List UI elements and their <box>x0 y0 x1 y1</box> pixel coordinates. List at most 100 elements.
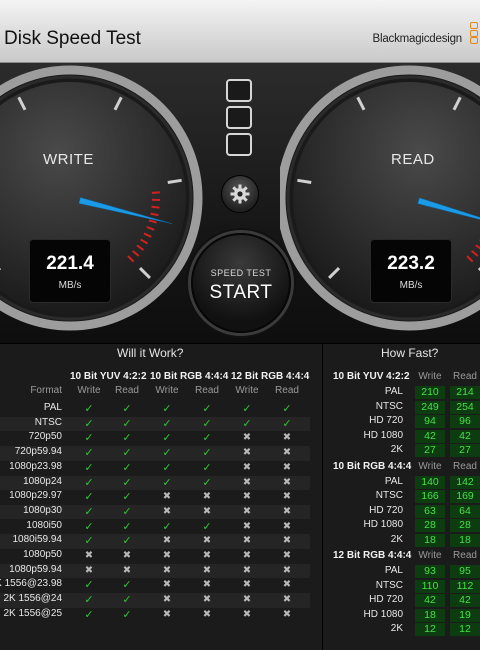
cross-icon: ✖ <box>282 505 292 517</box>
check-icon: ✓ <box>84 535 94 548</box>
mode-3-icon[interactable] <box>226 133 252 156</box>
format-label: NTSC <box>34 416 62 428</box>
write-fps-value: 18 <box>415 533 445 547</box>
cross-icon: ✖ <box>162 535 172 547</box>
settings-button[interactable] <box>221 175 259 213</box>
how-fast-row: 2K 27 27 <box>323 444 480 458</box>
write-fps-value: 27 <box>415 444 445 457</box>
format-label: 1080p29.97 <box>9 490 62 502</box>
check-icon: ✓ <box>162 461 172 474</box>
write-gauge-label: WRITE <box>43 151 94 168</box>
check-icon: ✓ <box>162 520 172 533</box>
table-row: 2K 1556@24 ✓ ✓ ✖ ✖ ✖ ✖ <box>0 593 310 608</box>
cross-icon: ✖ <box>162 505 172 517</box>
format-label: 1080p59.94 <box>9 563 62 575</box>
write-fps-value: 93 <box>415 565 445 578</box>
table-row: 1080p59.94 ✖ ✖ ✖ ✖ ✖ ✖ <box>0 563 310 579</box>
cross-icon: ✖ <box>282 594 292 606</box>
check-icon: ✓ <box>84 461 94 474</box>
read-fps-value: 95 <box>450 565 480 578</box>
table-row: 1080i59.94 ✓ ✓ ✖ ✖ ✖ ✖ <box>0 534 310 549</box>
how-fast-row: HD 1080 42 42 <box>323 429 480 444</box>
cross-icon: ✖ <box>202 550 212 561</box>
format-label: 2K 1556@25 <box>3 607 62 619</box>
check-icon: ✓ <box>84 520 94 533</box>
format-label: 1080p30 <box>23 504 62 516</box>
cross-icon: ✖ <box>282 447 292 459</box>
column-header: Write <box>155 385 179 396</box>
column-header: Read <box>115 385 139 396</box>
title-bar: Disk Speed Test Blackmagicdesign <box>0 0 480 63</box>
format-label: 720p59.94 <box>14 446 62 458</box>
table-row: 2K 1556@23.98 ✓ ✓ ✖ ✖ ✖ ✖ <box>0 578 310 593</box>
how-fast-format-label: HD 720 <box>369 415 403 426</box>
cross-icon: ✖ <box>242 432 252 444</box>
how-fast-format-label: HD 1080 <box>363 608 403 620</box>
how-fast-format-label: PAL <box>384 386 403 397</box>
cross-icon: ✖ <box>242 461 252 473</box>
how-fast-format-label: NTSC <box>375 400 403 412</box>
how-fast-format-label: HD 720 <box>369 594 403 605</box>
check-icon: ✓ <box>122 579 132 592</box>
format-label: 1080i59.94 <box>12 534 63 546</box>
read-speed-unit: MB/s <box>399 280 423 291</box>
mode-2-icon[interactable] <box>226 106 252 129</box>
check-icon: ✓ <box>84 447 94 460</box>
cross-icon: ✖ <box>242 520 252 532</box>
read-fps-value: 64 <box>450 504 480 518</box>
read-fps-value: 142 <box>450 475 480 489</box>
read-fps-value: 42 <box>450 429 480 443</box>
cross-icon: ✖ <box>84 564 94 576</box>
check-icon: ✓ <box>162 432 172 445</box>
how-fast-format-label: PAL <box>384 565 403 576</box>
write-speed-value: 221.4 <box>46 253 94 274</box>
how-fast-group-header: 12 Bit RGB 4:4:4 <box>333 550 412 561</box>
cross-icon: ✖ <box>202 564 212 576</box>
table-row: 720p50 ✓ ✓ ✓ ✓ ✖ ✖ <box>0 431 310 446</box>
app-window: Disk Speed Test Blackmagicdesign WRITE 2… <box>0 0 480 650</box>
start-button[interactable]: SPEED TEST START <box>191 233 291 333</box>
write-fps-value: 42 <box>415 429 445 443</box>
cross-icon: ✖ <box>162 550 172 561</box>
write-fps-value: 210 <box>415 386 445 399</box>
how-fast-row: PAL 93 95 <box>323 565 480 579</box>
write-fps-value: 166 <box>415 490 445 503</box>
check-icon: ✓ <box>162 476 172 489</box>
gauge-redzone-tick <box>151 191 160 194</box>
write-fps-value: 28 <box>415 519 445 532</box>
check-icon: ✓ <box>202 476 212 489</box>
how-fast-row: PAL 140 142 <box>323 475 480 490</box>
will-it-work-title: Will it Work? <box>117 346 184 360</box>
check-icon: ✓ <box>162 447 172 460</box>
read-fps-value: 96 <box>450 415 480 428</box>
how-fast-row: NTSC 249 254 <box>323 400 480 415</box>
cross-icon: ✖ <box>282 608 292 620</box>
read-fps-value: 112 <box>450 579 480 593</box>
check-icon: ✓ <box>84 594 94 607</box>
how-fast-column-header: Read <box>453 460 477 472</box>
cross-icon: ✖ <box>202 579 212 591</box>
format-label: 1080p23.98 <box>9 460 62 472</box>
check-icon: ✓ <box>122 608 132 621</box>
cross-icon: ✖ <box>282 550 292 561</box>
format-label: 2K 1556@23.98 <box>0 578 62 590</box>
check-icon: ✓ <box>84 476 94 489</box>
cross-icon: ✖ <box>242 608 252 620</box>
cross-icon: ✖ <box>242 447 252 459</box>
column-header: Write <box>77 385 101 396</box>
mode-1-icon[interactable] <box>226 79 252 102</box>
table-row: NTSC ✓ ✓ ✓ ✓ ✓ ✓ <box>0 416 310 432</box>
cross-icon: ✖ <box>242 535 252 547</box>
format-label: 1080p24 <box>23 475 62 487</box>
how-fast-format-label: 2K <box>390 623 403 634</box>
cross-icon: ✖ <box>282 432 292 444</box>
cross-icon: ✖ <box>242 505 252 517</box>
start-button-label: START <box>209 282 273 303</box>
check-icon: ✓ <box>202 520 212 533</box>
how-fast-format-label: HD 1080 <box>363 519 403 530</box>
read-fps-value: 27 <box>450 444 480 457</box>
gauge-redzone-tick <box>151 205 160 209</box>
how-fast-column-header: Read <box>453 371 477 382</box>
table-row: PAL ✓ ✓ ✓ ✓ ✓ ✓ <box>0 402 310 417</box>
how-fast-row: HD 720 94 96 <box>323 415 480 429</box>
